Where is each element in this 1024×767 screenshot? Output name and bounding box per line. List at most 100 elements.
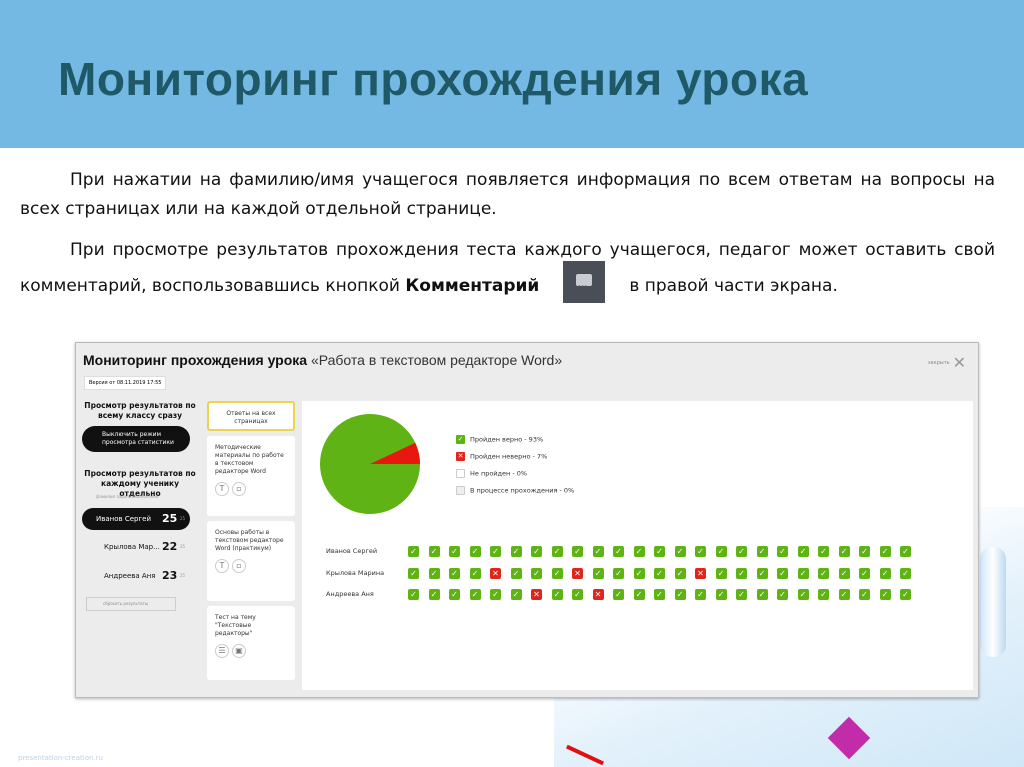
task-correct-icon[interactable]: ✓ xyxy=(715,567,727,579)
task-correct-icon[interactable]: ✓ xyxy=(613,567,624,579)
task-correct-icon[interactable]: ✓ xyxy=(879,567,891,579)
task-correct-icon[interactable]: ✓ xyxy=(510,567,522,579)
task-correct-icon[interactable]: ✓ xyxy=(469,567,481,579)
task-correct-icon[interactable]: ✓ xyxy=(490,546,501,557)
text-icon: T xyxy=(215,482,229,496)
task-correct-icon[interactable]: ✓ xyxy=(818,546,829,557)
task-correct-icon[interactable]: ✓ xyxy=(428,546,440,557)
task-correct-icon[interactable]: ✓ xyxy=(633,546,645,557)
task-wrong-icon[interactable]: ✕ xyxy=(490,567,501,579)
task-wrong-icon[interactable]: ✕ xyxy=(531,589,542,600)
task-correct-icon[interactable]: ✓ xyxy=(633,567,645,579)
results-pie xyxy=(320,414,420,514)
task-correct-icon[interactable]: ✓ xyxy=(797,589,809,600)
reset-results-button[interactable]: сбросить результаты xyxy=(86,597,176,611)
task-correct-icon[interactable]: ✓ xyxy=(408,589,419,600)
task-correct-icon[interactable]: ✓ xyxy=(818,589,829,600)
comment-icon xyxy=(563,261,606,303)
task-correct-icon[interactable]: ✓ xyxy=(551,567,563,579)
task-correct-icon[interactable]: ✓ xyxy=(797,567,809,579)
task-correct-icon[interactable]: ✓ xyxy=(900,589,911,600)
task-correct-icon[interactable]: ✓ xyxy=(777,546,788,557)
task-correct-icon[interactable]: ✓ xyxy=(859,589,870,600)
task-correct-icon[interactable]: ✓ xyxy=(715,589,727,600)
task-correct-icon[interactable]: ✓ xyxy=(879,546,891,557)
task-correct-icon[interactable]: ✓ xyxy=(428,567,440,579)
legend-item: ✕ Пройден неверно - 7% xyxy=(456,452,548,461)
task-correct-icon[interactable]: ✓ xyxy=(592,546,604,557)
student-item[interactable]: Крылова Мар... 22 25 xyxy=(82,536,190,558)
close-icon[interactable]: ✕ xyxy=(953,353,966,372)
task-correct-icon[interactable]: ✓ xyxy=(572,589,583,600)
task-correct-icon[interactable]: ✓ xyxy=(449,589,460,600)
task-correct-icon[interactable]: ✓ xyxy=(531,567,542,579)
task-correct-icon[interactable]: ✓ xyxy=(469,546,481,557)
task-correct-icon[interactable]: ✓ xyxy=(797,546,809,557)
task-correct-icon[interactable]: ✓ xyxy=(510,589,522,600)
task-correct-icon[interactable]: ✓ xyxy=(859,546,870,557)
task-correct-icon[interactable]: ✓ xyxy=(449,567,460,579)
task-correct-icon[interactable]: ✓ xyxy=(756,567,768,579)
task-correct-icon[interactable]: ✓ xyxy=(838,546,850,557)
task-correct-icon[interactable]: ✓ xyxy=(654,589,665,600)
task-correct-icon[interactable]: ✓ xyxy=(859,567,870,579)
doc-icon: ▫ xyxy=(232,559,246,573)
task-correct-icon[interactable]: ✓ xyxy=(736,546,747,557)
student-item[interactable]: Иванов Сергей 25 25 xyxy=(82,508,190,530)
task-correct-icon[interactable]: ✓ xyxy=(490,589,501,600)
task-correct-icon[interactable]: ✓ xyxy=(838,567,850,579)
card-page[interactable]: Основы работы в текстовом редакторе Word… xyxy=(207,521,295,601)
paragraph-1: При нажатии на фамилию/имя учащегося поя… xyxy=(20,166,995,224)
task-correct-icon[interactable]: ✓ xyxy=(838,589,850,600)
legend-item: В процессе прохождения - 0% xyxy=(456,486,574,496)
grid-student-name[interactable]: Крылова Марина xyxy=(326,569,384,577)
task-correct-icon[interactable]: ✓ xyxy=(777,589,788,600)
task-correct-icon[interactable]: ✓ xyxy=(900,567,911,579)
task-correct-icon[interactable]: ✓ xyxy=(736,589,747,600)
close-button[interactable]: закрыть ✕ xyxy=(928,353,966,372)
task-correct-icon[interactable]: ✓ xyxy=(654,567,665,579)
task-correct-icon[interactable]: ✓ xyxy=(879,589,891,600)
task-correct-icon[interactable]: ✓ xyxy=(674,546,686,557)
comment-term: Комментарий xyxy=(405,276,540,296)
task-correct-icon[interactable]: ✓ xyxy=(449,546,460,557)
task-correct-icon[interactable]: ✓ xyxy=(613,546,624,557)
task-correct-icon[interactable]: ✓ xyxy=(654,546,665,557)
task-correct-icon[interactable]: ✓ xyxy=(695,589,706,600)
task-correct-icon[interactable]: ✓ xyxy=(756,589,768,600)
task-correct-icon[interactable]: ✓ xyxy=(531,546,542,557)
grid-student-name[interactable]: Андреева Аня xyxy=(326,590,374,598)
lesson-name: «Работа в текстовом редакторе Word» xyxy=(310,352,563,368)
task-correct-icon[interactable]: ✓ xyxy=(633,589,645,600)
task-correct-icon[interactable]: ✓ xyxy=(572,546,583,557)
task-correct-icon[interactable]: ✓ xyxy=(818,567,829,579)
legend-item: ✓ Пройден верно - 93% xyxy=(456,435,544,444)
task-correct-icon[interactable]: ✓ xyxy=(613,589,624,600)
task-correct-icon[interactable]: ✓ xyxy=(715,546,727,557)
toggle-stats-button[interactable]: Выключить режим просмотра статистики xyxy=(82,426,190,452)
card-all-pages[interactable]: Ответы на всех страницах xyxy=(207,401,295,431)
task-correct-icon[interactable]: ✓ xyxy=(510,546,522,557)
task-correct-icon[interactable]: ✓ xyxy=(695,546,706,557)
task-wrong-icon[interactable]: ✕ xyxy=(592,589,604,600)
task-correct-icon[interactable]: ✓ xyxy=(674,567,686,579)
grid-student-name[interactable]: Иванов Сергей xyxy=(326,547,377,555)
card-page[interactable]: Методические материалы по работе в текст… xyxy=(207,436,295,516)
task-correct-icon[interactable]: ✓ xyxy=(736,567,747,579)
task-correct-icon[interactable]: ✓ xyxy=(592,567,604,579)
task-correct-icon[interactable]: ✓ xyxy=(408,546,419,557)
task-wrong-icon[interactable]: ✕ xyxy=(695,567,706,579)
card-page[interactable]: Тест на тему "Текстовые редакторы" ☰ ▣ xyxy=(207,606,295,680)
text-icon: T xyxy=(215,559,229,573)
task-correct-icon[interactable]: ✓ xyxy=(756,546,768,557)
task-correct-icon[interactable]: ✓ xyxy=(551,589,563,600)
task-correct-icon[interactable]: ✓ xyxy=(408,567,419,579)
task-correct-icon[interactable]: ✓ xyxy=(900,546,911,557)
task-correct-icon[interactable]: ✓ xyxy=(428,589,440,600)
task-correct-icon[interactable]: ✓ xyxy=(674,589,686,600)
task-correct-icon[interactable]: ✓ xyxy=(551,546,563,557)
student-item[interactable]: Андреева Аня 23 25 xyxy=(82,565,190,587)
task-correct-icon[interactable]: ✓ xyxy=(777,567,788,579)
task-correct-icon[interactable]: ✓ xyxy=(469,589,481,600)
task-wrong-icon[interactable]: ✕ xyxy=(572,567,583,579)
